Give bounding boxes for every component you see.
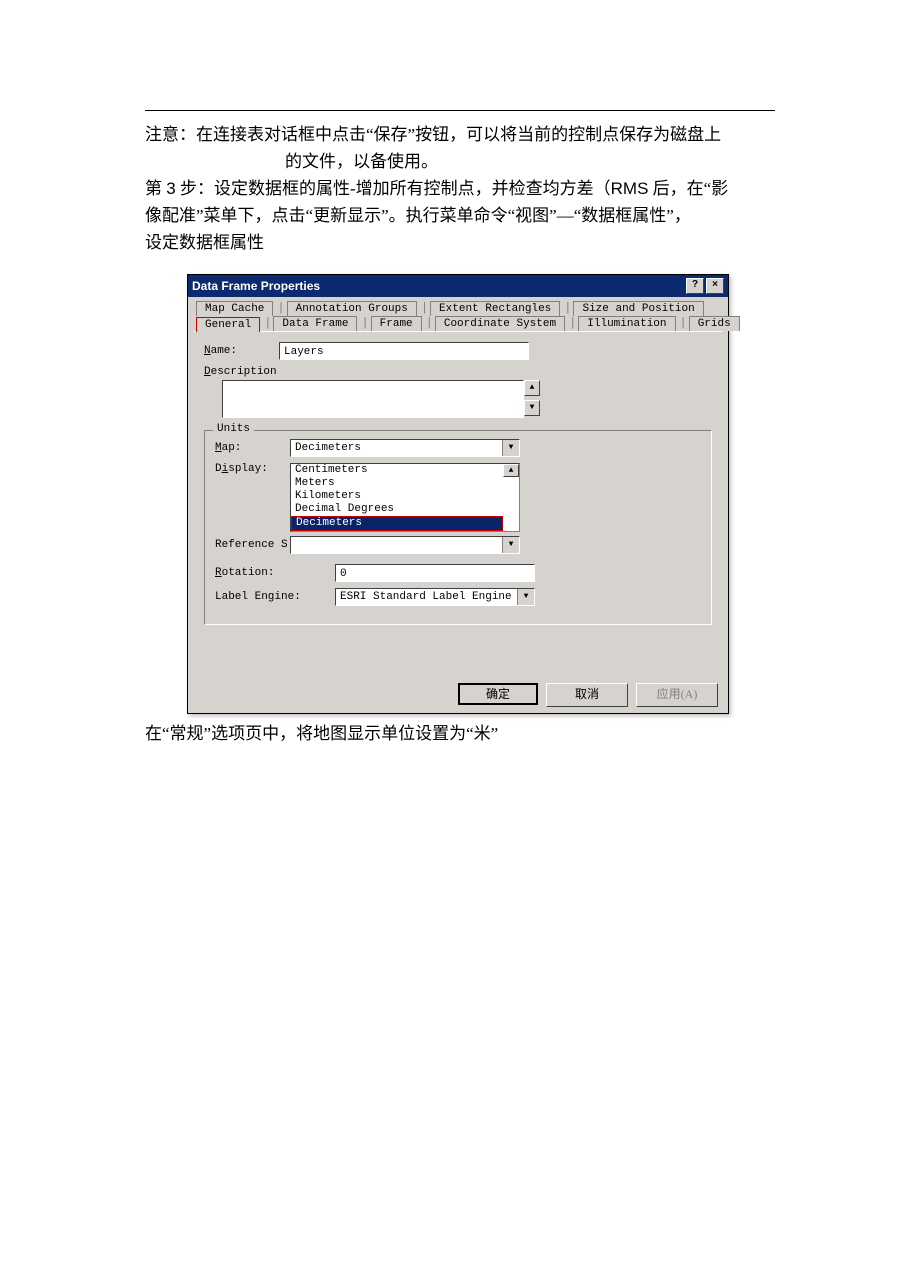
- tab-map-cache[interactable]: Map Cache: [196, 301, 273, 316]
- list-item[interactable]: Centimeters: [291, 464, 503, 477]
- list-item-selected[interactable]: Decimeters: [291, 516, 503, 531]
- help-button[interactable]: ?: [686, 278, 704, 294]
- tab-coordinate-system[interactable]: Coordinate System: [435, 316, 565, 331]
- units-legend: Units: [213, 423, 254, 435]
- cancel-button[interactable]: 取消: [546, 683, 628, 707]
- reference-scale-combo[interactable]: ▼: [290, 536, 520, 554]
- tab-size-and-position[interactable]: Size and Position: [573, 301, 703, 316]
- name-label: Name:: [204, 345, 279, 357]
- tab-general[interactable]: General: [196, 317, 260, 332]
- close-button[interactable]: ×: [706, 278, 724, 294]
- titlebar: Data Frame Properties ? ×: [188, 275, 728, 297]
- label-engine-combo[interactable]: ESRI Standard Label Engine ▼: [335, 588, 535, 606]
- tab-illumination[interactable]: Illumination: [578, 316, 675, 331]
- tab-grids[interactable]: Grids: [689, 316, 740, 331]
- apply-button[interactable]: 应用(A): [636, 683, 718, 707]
- chevron-down-icon[interactable]: ▼: [517, 589, 534, 605]
- reference-scale-label: Reference S: [215, 539, 290, 551]
- description-label: Description: [204, 366, 712, 378]
- list-item[interactable]: Kilometers: [291, 490, 503, 503]
- map-units-combo[interactable]: Decimeters ▼: [290, 439, 520, 457]
- tab-annotation-groups[interactable]: Annotation Groups: [287, 301, 417, 316]
- description-scrollbar[interactable]: ▲ ▼: [524, 380, 540, 416]
- display-units-listbox[interactable]: Centimeters Meters Kilometers Decimal De…: [290, 463, 520, 532]
- rotation-label: Rotation:: [215, 567, 335, 579]
- map-units-label: Map:: [215, 442, 290, 454]
- ok-button[interactable]: 确定: [458, 683, 538, 705]
- caption-text: 在“常规”选项页中，将地图显示单位设置为“米”: [145, 720, 775, 747]
- tab-frame[interactable]: Frame: [371, 316, 422, 331]
- description-textarea[interactable]: [222, 380, 524, 418]
- name-input[interactable]: Layers: [279, 342, 529, 360]
- tabs-row-2: General | Data Frame | Frame | Coordinat…: [188, 316, 728, 331]
- tab-data-frame[interactable]: Data Frame: [273, 316, 357, 331]
- scroll-up-icon[interactable]: ▲: [524, 380, 540, 396]
- units-group: Units Map: Decimeters ▼ Display: Centime…: [204, 430, 712, 625]
- tabs-row-1: Map Cache | Annotation Groups | Extent R…: [188, 297, 728, 316]
- step-text: 第 3 步：设定数据框的属性-增加所有控制点，并检查均方差（RMS 后，在“影 …: [145, 175, 775, 256]
- note-text: 注意：在连接表对话框中点击“保存”按钮，可以将当前的控制点保存为磁盘上 的文件，…: [145, 121, 775, 175]
- tab-extent-rectangles[interactable]: Extent Rectangles: [430, 301, 560, 316]
- dialog-button-row: 确定 取消 应用(A): [188, 677, 728, 713]
- chevron-down-icon[interactable]: ▼: [502, 537, 519, 553]
- label-engine-label: Label Engine:: [215, 591, 335, 603]
- rotation-input[interactable]: 0: [335, 564, 535, 582]
- window-title: Data Frame Properties: [192, 279, 320, 293]
- list-item[interactable]: Decimal Degrees: [291, 503, 503, 516]
- dialog-data-frame-properties: Data Frame Properties ? × Map Cache | An…: [187, 274, 729, 714]
- chevron-down-icon[interactable]: ▼: [502, 440, 519, 456]
- list-item[interactable]: Meters: [291, 477, 503, 490]
- display-units-label: Display:: [215, 463, 290, 475]
- scroll-down-icon[interactable]: ▼: [524, 400, 540, 416]
- scroll-up-icon[interactable]: ▲: [503, 464, 519, 477]
